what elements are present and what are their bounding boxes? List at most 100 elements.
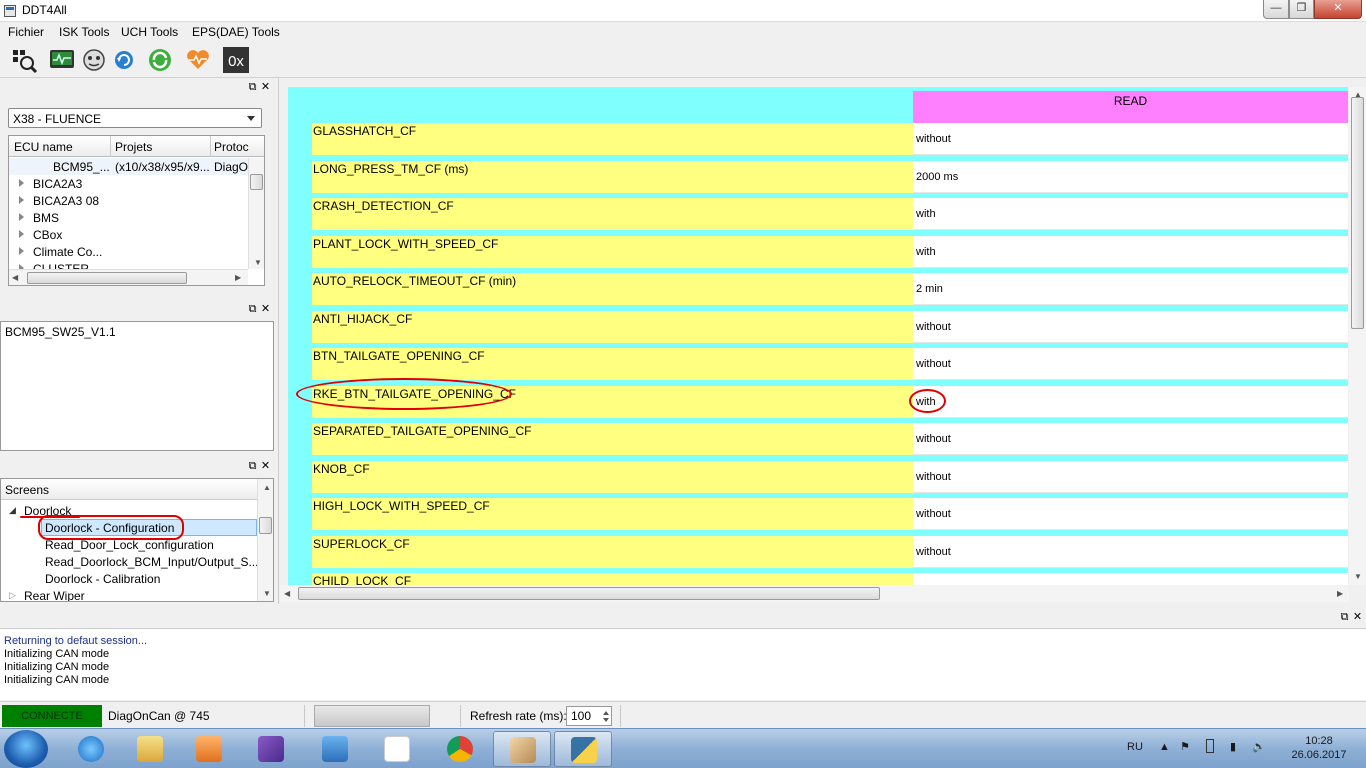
- tree-item[interactable]: Climate Co...: [9, 244, 254, 261]
- float-icon[interactable]: ⧉: [246, 81, 259, 94]
- param-value[interactable]: 2000 ms: [913, 161, 1348, 193]
- ecu-tree-vscroll[interactable]: ▼: [248, 158, 264, 269]
- volume-icon[interactable]: 🔈: [1252, 740, 1266, 753]
- yandex-icon: [384, 736, 410, 762]
- ecu-tree[interactable]: ECU name Projets Protoc BCM95_... (x10/x…: [8, 135, 265, 286]
- heartbeat-icon[interactable]: [185, 47, 211, 73]
- start-button[interactable]: [4, 730, 48, 768]
- scroll-left-icon[interactable]: ◀: [12, 273, 18, 282]
- tree-item[interactable]: BICA2A3: [9, 176, 254, 193]
- refresh-icon[interactable]: [111, 47, 137, 73]
- expand-arrow-icon[interactable]: [19, 247, 24, 255]
- scroll-down-icon[interactable]: ▼: [263, 589, 271, 598]
- scroll-thumb[interactable]: [1351, 97, 1364, 329]
- scroll-right-icon[interactable]: ▶: [235, 273, 241, 282]
- expand-arrow-icon[interactable]: [19, 179, 24, 187]
- scroll-thumb[interactable]: [298, 587, 880, 600]
- param-value[interactable]: with: [913, 386, 1348, 418]
- network-icon[interactable]: ▮: [1230, 740, 1236, 753]
- ecu-tree-hscroll[interactable]: ◀ ▶: [9, 269, 248, 285]
- close-icon[interactable]: ✕: [1351, 610, 1364, 623]
- screens-vscroll[interactable]: ▲ ▼: [257, 479, 273, 601]
- tree-item[interactable]: CBox: [9, 227, 254, 244]
- minimize-button[interactable]: —: [1263, 0, 1289, 19]
- vs-taskbar-button[interactable]: [242, 731, 300, 767]
- list-item[interactable]: BCM95_SW25_V1.1: [5, 325, 116, 339]
- spin-down-icon[interactable]: [603, 718, 609, 722]
- scroll-down-icon[interactable]: ▼: [1354, 572, 1362, 581]
- float-icon[interactable]: ⧉: [246, 460, 259, 473]
- explorer-taskbar-button[interactable]: [121, 731, 179, 767]
- ie-taskbar-button[interactable]: [62, 731, 120, 767]
- param-value[interactable]: without: [913, 311, 1348, 343]
- screens-tree[interactable]: Screens ◢ Doorlock Doorlock - Configurat…: [0, 478, 274, 602]
- col-ecu-name[interactable]: ECU name: [14, 140, 73, 154]
- vehicle-select[interactable]: X38 - FLUENCE: [8, 108, 262, 128]
- param-value[interactable]: without: [913, 348, 1348, 380]
- collapse-arrow-icon[interactable]: ◢: [9, 505, 16, 516]
- chrome-icon: [447, 736, 473, 762]
- audio-taskbar-button[interactable]: [306, 731, 364, 767]
- scroll-thumb[interactable]: [259, 517, 272, 534]
- param-value[interactable]: without: [913, 423, 1348, 455]
- chrome-taskbar-button[interactable]: [431, 731, 489, 767]
- col-projets[interactable]: Projets: [115, 140, 152, 154]
- scroll-down-icon[interactable]: ▼: [254, 258, 262, 267]
- close-icon[interactable]: ✕: [259, 80, 272, 93]
- scroll-left-icon[interactable]: ◀: [284, 589, 290, 598]
- media-taskbar-button[interactable]: [180, 731, 238, 767]
- param-value[interactable]: with: [913, 236, 1348, 268]
- scroll-up-icon[interactable]: ▲: [263, 483, 271, 492]
- language-indicator[interactable]: RU: [1127, 741, 1143, 753]
- clock[interactable]: 10:28 26.06.2017: [1286, 734, 1352, 762]
- param-value[interactable]: [913, 573, 1348, 585]
- param-value[interactable]: without: [913, 536, 1348, 568]
- paint-taskbar-button[interactable]: [493, 731, 551, 767]
- auto-refresh-icon[interactable]: [147, 47, 173, 73]
- yandex-taskbar-button[interactable]: [368, 731, 426, 767]
- battery-icon[interactable]: [1206, 739, 1214, 753]
- log-panel[interactable]: Returning to defaut session... Initializ…: [0, 628, 1366, 700]
- tree-item[interactable]: BMS: [9, 210, 254, 227]
- close-button[interactable]: ✕: [1314, 0, 1362, 19]
- param-value[interactable]: without: [913, 461, 1348, 493]
- hex-mode-icon[interactable]: 0x: [223, 47, 249, 73]
- param-value[interactable]: with: [913, 198, 1348, 230]
- screen-item-selected[interactable]: Doorlock - Configuration: [41, 519, 257, 536]
- monitor-icon[interactable]: [49, 47, 75, 73]
- tray-expand-icon[interactable]: ▲: [1159, 741, 1170, 753]
- ecu-row-selected[interactable]: BCM95_... (x10/x38/x95/x9... DiagO: [9, 158, 254, 175]
- float-icon[interactable]: ⧉: [246, 303, 259, 316]
- param-value[interactable]: 2 min: [913, 273, 1348, 305]
- expand-arrow-icon[interactable]: ▷: [9, 590, 16, 601]
- maximize-button[interactable]: ❐: [1289, 0, 1314, 19]
- expand-arrow-icon[interactable]: [19, 196, 24, 204]
- internet-explorer-icon: [78, 736, 104, 762]
- close-icon[interactable]: ✕: [259, 459, 272, 472]
- main-hscroll[interactable]: ◀ ▶: [280, 585, 1349, 602]
- python-taskbar-button[interactable]: [554, 731, 612, 767]
- scroll-thumb[interactable]: [27, 272, 187, 284]
- main-vscroll[interactable]: ▲ ▼: [1349, 87, 1366, 585]
- tree-item[interactable]: BICA2A3 08: [9, 193, 254, 210]
- menu-eps-tools[interactable]: EPS(DAE) Tools: [192, 25, 280, 39]
- param-value[interactable]: without: [913, 498, 1348, 530]
- flag-icon[interactable]: ⚑: [1180, 740, 1190, 753]
- spin-up-icon[interactable]: [603, 711, 609, 715]
- menu-isk-tools[interactable]: ISK Tools: [59, 25, 109, 39]
- sniffer-icon[interactable]: [81, 47, 107, 73]
- ecu-file-list[interactable]: BCM95_SW25_V1.1: [0, 321, 274, 451]
- col-protocol[interactable]: Protoc: [214, 140, 249, 154]
- expand-arrow-icon[interactable]: [19, 230, 24, 238]
- close-icon[interactable]: ✕: [259, 302, 272, 315]
- menu-uch-tools[interactable]: UCH Tools: [121, 25, 178, 39]
- menu-fichier[interactable]: Fichier: [8, 25, 44, 39]
- scroll-thumb[interactable]: [250, 174, 263, 190]
- scan-ecu-icon[interactable]: [11, 47, 38, 74]
- expand-arrow-icon[interactable]: [19, 213, 24, 221]
- param-value[interactable]: without: [913, 123, 1348, 155]
- scroll-right-icon[interactable]: ▶: [1337, 589, 1343, 598]
- float-icon[interactable]: ⧉: [1338, 611, 1351, 624]
- param-label: SUPERLOCK_CF: [312, 536, 913, 568]
- refresh-rate-input[interactable]: 100: [566, 706, 612, 726]
